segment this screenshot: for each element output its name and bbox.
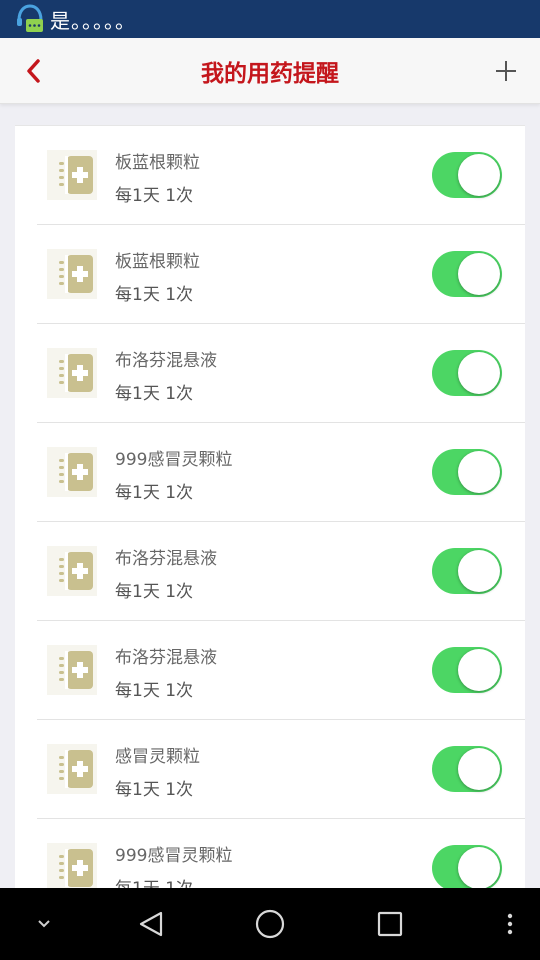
reminder-row[interactable]: 布洛芬混悬液 每1天 1次 [37, 621, 525, 720]
medicine-frequency: 每1天 1次 [115, 483, 194, 503]
nav-recents-button[interactable] [370, 888, 410, 960]
reminder-toggle[interactable] [432, 746, 502, 792]
toggle-knob [458, 253, 500, 295]
chat-notification-icon [14, 3, 46, 35]
reminder-row[interactable]: 板蓝根颗粒 每1天 1次 [37, 126, 525, 225]
reminder-row[interactable]: 999感冒灵颗粒 每1天 1次 [37, 819, 525, 888]
medicine-name: 布洛芬混悬液 [115, 549, 217, 569]
medicine-box-icon [47, 150, 97, 200]
medicine-box-icon [47, 447, 97, 497]
reminder-row[interactable]: 布洛芬混悬液 每1天 1次 [37, 324, 525, 423]
recents-square-icon [377, 911, 403, 937]
reminder-row[interactable]: 感冒灵颗粒 每1天 1次 [37, 720, 525, 819]
back-button[interactable] [18, 55, 50, 87]
chevron-down-icon [38, 920, 50, 928]
reminder-toggle[interactable] [432, 152, 502, 198]
medicine-frequency: 每1天 1次 [115, 681, 194, 701]
plus-icon [496, 61, 516, 81]
status-bar-notification-text: 是。。。。。 [50, 8, 136, 33]
system-navigation-bar [0, 888, 540, 960]
reminder-toggle[interactable] [432, 845, 502, 888]
nav-back-button[interactable] [130, 888, 172, 960]
status-bar: 是。。。。。 [0, 0, 540, 38]
toggle-knob [458, 649, 500, 691]
medicine-name: 板蓝根颗粒 [115, 252, 200, 272]
medicine-box-icon [47, 843, 97, 888]
medicine-box-icon [47, 348, 97, 398]
chevron-left-icon [27, 59, 40, 83]
reminder-row[interactable]: 999感冒灵颗粒 每1天 1次 [37, 423, 525, 522]
medicine-frequency: 每1天 1次 [115, 285, 194, 305]
back-triangle-icon [139, 911, 163, 937]
reminder-row[interactable]: 布洛芬混悬液 每1天 1次 [37, 522, 525, 621]
header: 我的用药提醒 [0, 38, 540, 104]
toggle-knob [458, 352, 500, 394]
medicine-frequency: 每1天 1次 [115, 874, 193, 888]
reminder-toggle[interactable] [432, 548, 502, 594]
reminder-toggle[interactable] [432, 350, 502, 396]
reminder-list: 板蓝根颗粒 每1天 1次 板蓝根颗粒 每1天 1次 布洛芬混悬液 每1天 1次 … [15, 125, 525, 888]
page-title: 我的用药提醒 [201, 60, 339, 87]
reminder-toggle[interactable] [432, 647, 502, 693]
reminder-toggle[interactable] [432, 449, 502, 495]
toggle-knob [458, 451, 500, 493]
toggle-knob [458, 154, 500, 196]
reminder-toggle[interactable] [432, 251, 502, 297]
medicine-name: 布洛芬混悬液 [115, 351, 217, 371]
medicine-frequency: 每1天 1次 [115, 384, 194, 404]
toggle-knob [458, 550, 500, 592]
medicine-box-icon [47, 546, 97, 596]
medicine-box-icon [47, 744, 97, 794]
more-vertical-icon [507, 913, 513, 935]
medicine-frequency: 每1天 1次 [115, 780, 194, 800]
nav-menu-button[interactable] [496, 888, 524, 960]
medicine-name: 感冒灵颗粒 [115, 747, 200, 767]
medicine-name: 布洛芬混悬液 [115, 648, 217, 668]
reminder-row[interactable]: 板蓝根颗粒 每1天 1次 [37, 225, 525, 324]
nav-home-button[interactable] [249, 888, 291, 960]
toggle-knob [458, 748, 500, 790]
medicine-frequency: 每1天 1次 [115, 186, 194, 206]
medicine-name: 999感冒灵颗粒 [115, 450, 233, 470]
toggle-knob [458, 847, 500, 888]
medicine-box-icon [47, 249, 97, 299]
add-reminder-button[interactable] [490, 55, 522, 87]
medicine-name: 板蓝根颗粒 [115, 153, 200, 173]
hide-keyboard-button[interactable] [24, 888, 64, 960]
medicine-name: 999感冒灵颗粒 [115, 846, 233, 866]
home-circle-icon [255, 909, 285, 939]
medicine-box-icon [47, 645, 97, 695]
medicine-frequency: 每1天 1次 [115, 582, 194, 602]
